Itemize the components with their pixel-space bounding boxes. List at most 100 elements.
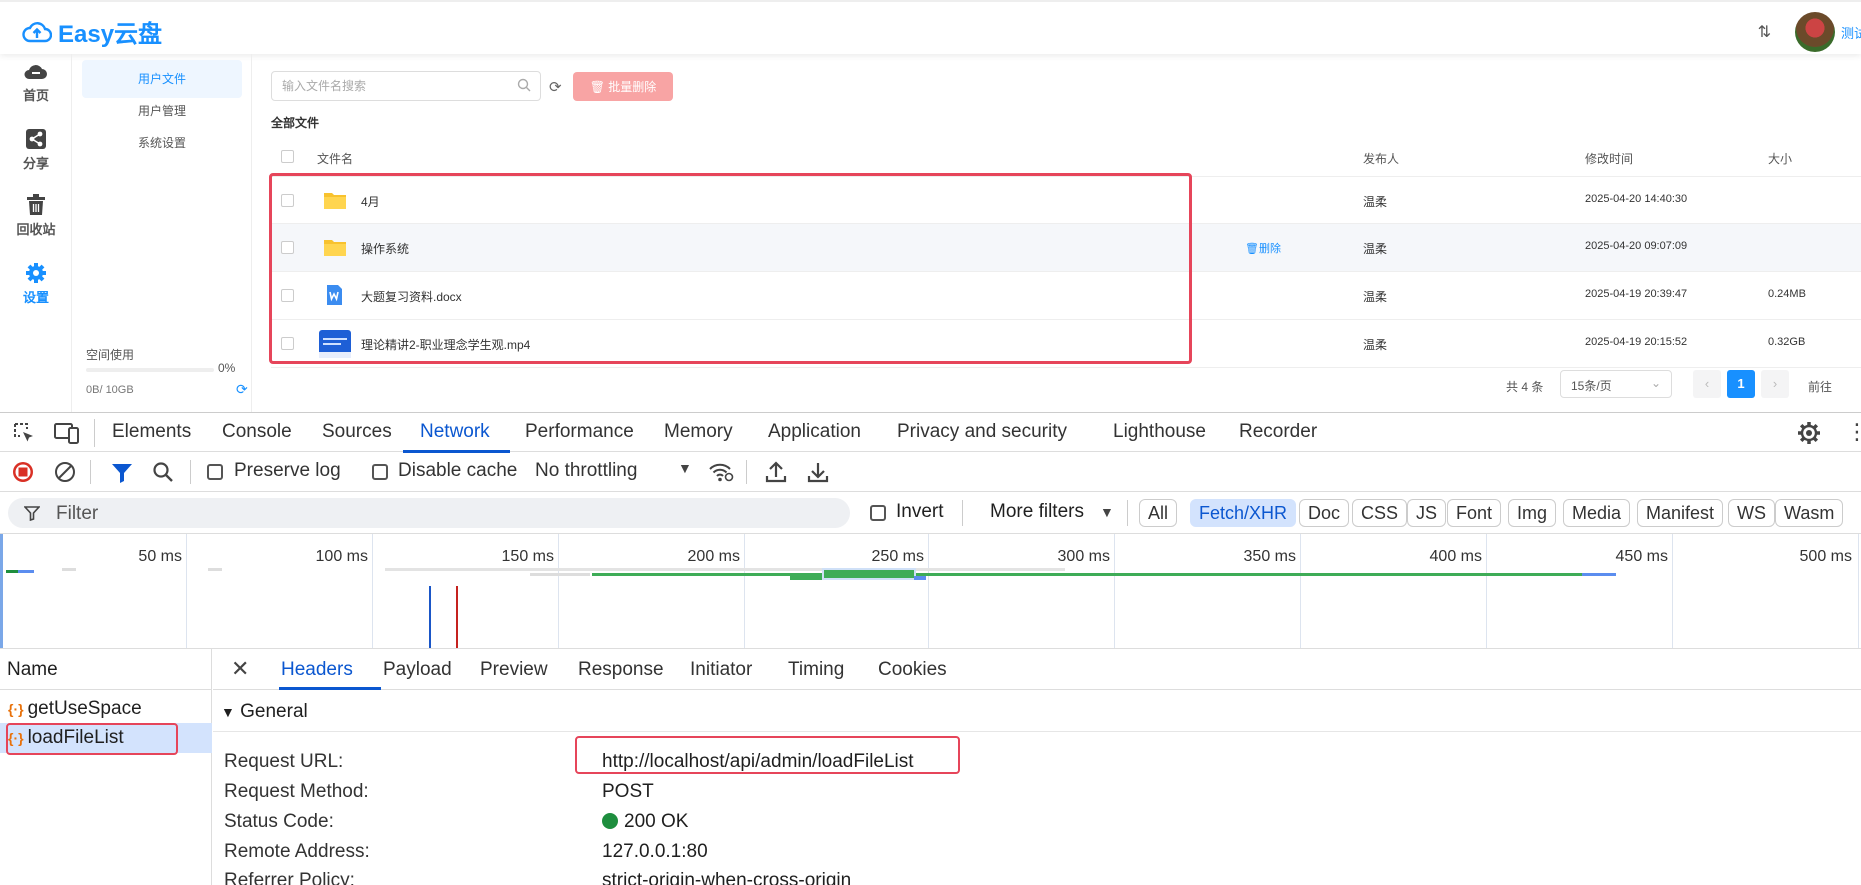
page-button-current[interactable]: 1: [1727, 370, 1755, 398]
user-name[interactable]: 测试: [1841, 23, 1861, 42]
request-list-header[interactable]: Name: [0, 649, 212, 690]
kebab-menu-icon[interactable]: ⋮: [1846, 419, 1861, 445]
type-filter-media[interactable]: Media: [1563, 499, 1631, 527]
network-conditions-icon[interactable]: [708, 461, 734, 483]
refresh-icon[interactable]: ⟳: [236, 381, 248, 398]
file-name[interactable]: 理论精讲2-职业理念学生观.mp4: [361, 336, 530, 353]
detail-tab-response[interactable]: Response: [578, 659, 664, 681]
request-item-loadfilelist[interactable]: {·} loadFileList: [0, 723, 212, 753]
type-filter-js[interactable]: JS: [1407, 499, 1447, 527]
table-row[interactable]: 理论精讲2-职业理念学生观.mp4 温柔 2025-04-19 20:15:52…: [271, 320, 1861, 368]
general-section-toggle[interactable]: ▼ General: [221, 701, 308, 723]
type-filter-fetch-xhr[interactable]: Fetch/XHR: [1190, 499, 1297, 527]
tab-privacy-security[interactable]: Privacy and security: [897, 421, 1067, 443]
clear-icon[interactable]: [54, 461, 76, 483]
invert-checkbox[interactable]: [870, 505, 886, 521]
type-filter-font[interactable]: Font: [1447, 499, 1502, 527]
export-har-icon[interactable]: [807, 460, 829, 484]
page-size-select[interactable]: 15条/页 ⌄: [1560, 370, 1672, 398]
row-checkbox[interactable]: [281, 289, 294, 302]
search-icon[interactable]: [517, 78, 531, 92]
timeline-gridline: [1858, 534, 1859, 648]
file-name[interactable]: 4月: [361, 193, 380, 210]
detail-tab-payload[interactable]: Payload: [383, 659, 452, 681]
detail-tab-preview[interactable]: Preview: [480, 659, 548, 681]
subnav-system-settings[interactable]: 系统设置: [82, 124, 242, 162]
file-publisher: 温柔: [1363, 242, 1388, 256]
tab-sources[interactable]: Sources: [322, 421, 392, 443]
tab-elements[interactable]: Elements: [112, 421, 191, 443]
disable-cache-checkbox[interactable]: [372, 464, 388, 480]
detail-tab-headers[interactable]: Headers: [281, 659, 353, 681]
type-filter-css[interactable]: CSS: [1352, 499, 1408, 527]
import-har-icon[interactable]: [765, 460, 787, 484]
throttling-select[interactable]: No throttling: [535, 460, 637, 482]
load-event-marker: [456, 586, 458, 648]
type-filter-wasm[interactable]: Wasm: [1775, 499, 1844, 527]
close-icon[interactable]: ✕: [231, 656, 249, 682]
tab-performance[interactable]: Performance: [525, 421, 634, 443]
file-publisher: 温柔: [1363, 290, 1388, 304]
type-filter-doc[interactable]: Doc: [1299, 499, 1350, 527]
tab-application[interactable]: Application: [768, 421, 861, 443]
gear-icon[interactable]: [1797, 421, 1821, 445]
nav-recycle[interactable]: 回收站: [0, 194, 72, 238]
detail-tab-cookies[interactable]: Cookies: [878, 659, 947, 681]
filter-input[interactable]: Filter: [8, 498, 850, 528]
row-delete-label: 删除: [1258, 243, 1281, 255]
prev-page-button[interactable]: ‹: [1693, 370, 1721, 398]
request-method-value: POST: [602, 781, 654, 802]
request-item-getusespace[interactable]: {·} getUseSpace: [0, 694, 212, 724]
table-row[interactable]: 大题复习资料.docx 温柔 2025-04-19 20:39:47 0.24M…: [271, 272, 1861, 320]
record-stop-icon[interactable]: [12, 461, 34, 483]
sort-icon[interactable]: ⇅: [1758, 22, 1771, 42]
refresh-icon[interactable]: ⟳: [549, 78, 562, 96]
type-filter-ws[interactable]: WS: [1728, 499, 1775, 527]
network-timeline[interactable]: 50 ms 100 ms 150 ms 200 ms 250 ms 300 ms…: [0, 534, 1861, 649]
type-filter-img[interactable]: Img: [1508, 499, 1557, 527]
table-row[interactable]: 4月 温柔 2025-04-20 14:40:30: [271, 176, 1861, 224]
row-checkbox[interactable]: [281, 194, 294, 207]
file-name[interactable]: 操作系统: [361, 240, 409, 257]
table-row[interactable]: 操作系统 🗑删除 温柔 2025-04-20 09:07:09: [271, 224, 1861, 272]
next-page-button[interactable]: ›: [1761, 370, 1789, 398]
nav-settings[interactable]: 设置: [0, 262, 72, 306]
timeline-bar: [530, 573, 590, 576]
tab-console[interactable]: Console: [222, 421, 292, 443]
detail-tab-initiator[interactable]: Initiator: [690, 659, 752, 681]
top-bar: Easy云盘 ⇅ 测试: [0, 0, 1861, 54]
row-delete-link[interactable]: 🗑删除: [1245, 240, 1281, 256]
type-filter-manifest[interactable]: Manifest: [1637, 499, 1724, 527]
more-filters-dropdown[interactable]: More filters: [990, 501, 1084, 523]
timeline-label: 300 ms: [1057, 548, 1110, 565]
timeline-range-handle[interactable]: [0, 534, 3, 648]
tab-memory[interactable]: Memory: [664, 421, 733, 443]
app-window: Easy云盘 ⇅ 测试 首页 分享 回收站 设置 用户文件 用户管理 系统设置: [0, 0, 1861, 412]
devtools-tab-bar: Elements Console Sources Network Perform…: [0, 412, 1861, 453]
device-toggle-icon[interactable]: [54, 421, 80, 445]
tab-lighthouse[interactable]: Lighthouse: [1113, 421, 1206, 443]
search-icon[interactable]: [152, 461, 174, 483]
toolbar-divider: [90, 460, 91, 484]
detail-tab-timing[interactable]: Timing: [788, 659, 844, 681]
inspect-element-icon[interactable]: [12, 421, 36, 445]
preserve-log-checkbox[interactable]: [207, 464, 223, 480]
chevron-down-icon: ⌄: [1650, 376, 1661, 390]
tab-network[interactable]: Network: [420, 421, 490, 443]
nav-share[interactable]: 分享: [0, 128, 72, 172]
select-all-checkbox[interactable]: [281, 150, 294, 163]
file-name[interactable]: 大题复习资料.docx: [361, 288, 462, 305]
avatar[interactable]: [1795, 12, 1835, 52]
type-filter-all[interactable]: All: [1139, 499, 1178, 527]
row-checkbox[interactable]: [281, 241, 294, 254]
logo[interactable]: Easy云盘: [22, 14, 162, 49]
trash-icon: [27, 194, 45, 215]
nav-home[interactable]: 首页: [0, 62, 72, 104]
row-checkbox[interactable]: [281, 337, 294, 350]
batch-delete-button[interactable]: 🗑 批量删除: [573, 72, 673, 101]
search-input[interactable]: [271, 71, 541, 101]
tab-recorder[interactable]: Recorder: [1239, 421, 1317, 443]
space-usage-text: 0B/ 10GB: [86, 384, 134, 396]
filter-icon[interactable]: [111, 462, 133, 484]
xhr-icon: {·}: [8, 701, 24, 717]
